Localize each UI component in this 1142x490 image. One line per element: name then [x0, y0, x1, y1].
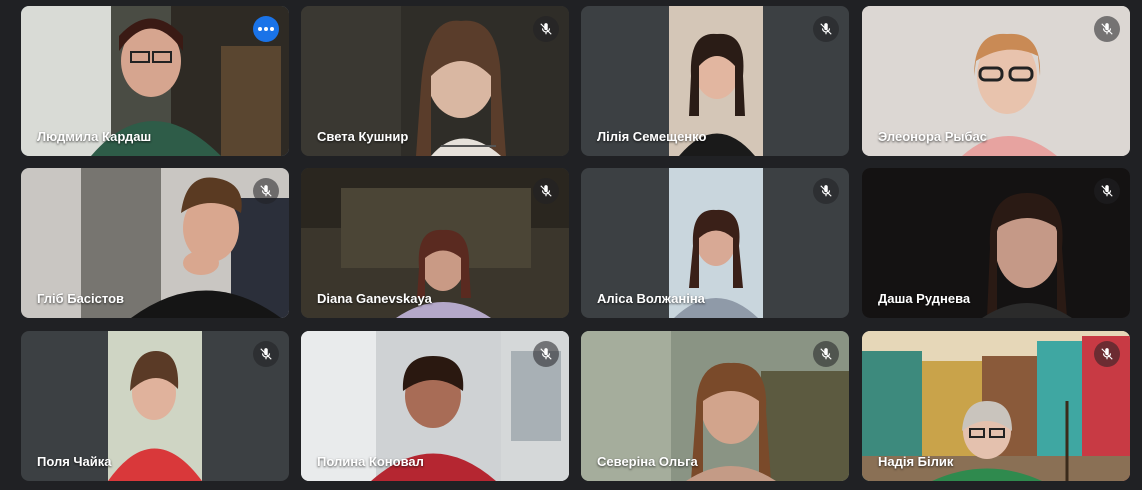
- mute-indicator: [533, 178, 559, 204]
- mute-indicator: [813, 16, 839, 42]
- participant-name: Diana Ganevskaya: [317, 291, 432, 306]
- more-options-icon: [258, 27, 274, 31]
- participant-tile-11[interactable]: Северіна Ольга: [581, 331, 849, 481]
- participant-tile-4[interactable]: Элеонора Рыбас: [862, 6, 1130, 156]
- mic-off-icon: [820, 348, 832, 360]
- participant-tile-12[interactable]: Надія Білик: [862, 331, 1130, 481]
- participant-tile-1[interactable]: Людмила Кардаш: [21, 6, 289, 156]
- mute-indicator: [253, 341, 279, 367]
- participant-name: Поля Чайка: [37, 454, 112, 469]
- mute-indicator: [533, 341, 559, 367]
- participant-name: Элеонора Рыбас: [878, 129, 988, 144]
- mic-off-icon: [820, 23, 832, 35]
- mute-indicator: [1094, 341, 1120, 367]
- participant-tile-10[interactable]: Полина Коновал: [301, 331, 569, 481]
- participant-tile-2[interactable]: Света Кушнир: [301, 6, 569, 156]
- mic-off-icon: [1101, 348, 1113, 360]
- mic-off-icon: [540, 348, 552, 360]
- mic-off-icon: [540, 23, 552, 35]
- mute-indicator: [533, 16, 559, 42]
- mic-off-icon: [540, 185, 552, 197]
- mute-indicator: [813, 178, 839, 204]
- participant-name: Лілія Семещенко: [597, 129, 707, 144]
- mute-indicator: [1094, 178, 1120, 204]
- mic-off-icon: [260, 185, 272, 197]
- participant-name: Света Кушнир: [317, 129, 409, 144]
- participant-grid: Людмила Кардаш Света Кушнир Лілія Семеще…: [0, 0, 1142, 490]
- participant-tile-8[interactable]: Даша Руднева: [862, 168, 1130, 318]
- mute-indicator: [813, 341, 839, 367]
- participant-tile-5[interactable]: Гліб Басістов: [21, 168, 289, 318]
- more-options-button[interactable]: [253, 16, 279, 42]
- participant-tile-3[interactable]: Лілія Семещенко: [581, 6, 849, 156]
- participant-name: Надія Білик: [878, 454, 954, 469]
- participant-tile-9[interactable]: Поля Чайка: [21, 331, 289, 481]
- mic-off-icon: [820, 185, 832, 197]
- participant-name: Даша Руднева: [878, 291, 971, 306]
- participant-name: Людмила Кардаш: [37, 129, 152, 144]
- participant-video: [108, 331, 202, 481]
- mute-indicator: [253, 178, 279, 204]
- mic-off-icon: [260, 348, 272, 360]
- participant-tile-7[interactable]: Аліса Волжаніна: [581, 168, 849, 318]
- mic-off-icon: [1101, 185, 1113, 197]
- participant-name: Полина Коновал: [317, 454, 424, 469]
- mic-off-icon: [1101, 23, 1113, 35]
- participant-name: Северіна Ольга: [597, 454, 698, 469]
- participant-name: Гліб Басістов: [37, 291, 125, 306]
- participant-tile-6[interactable]: Diana Ganevskaya: [301, 168, 569, 318]
- participant-name: Аліса Волжаніна: [597, 291, 705, 306]
- mute-indicator: [1094, 16, 1120, 42]
